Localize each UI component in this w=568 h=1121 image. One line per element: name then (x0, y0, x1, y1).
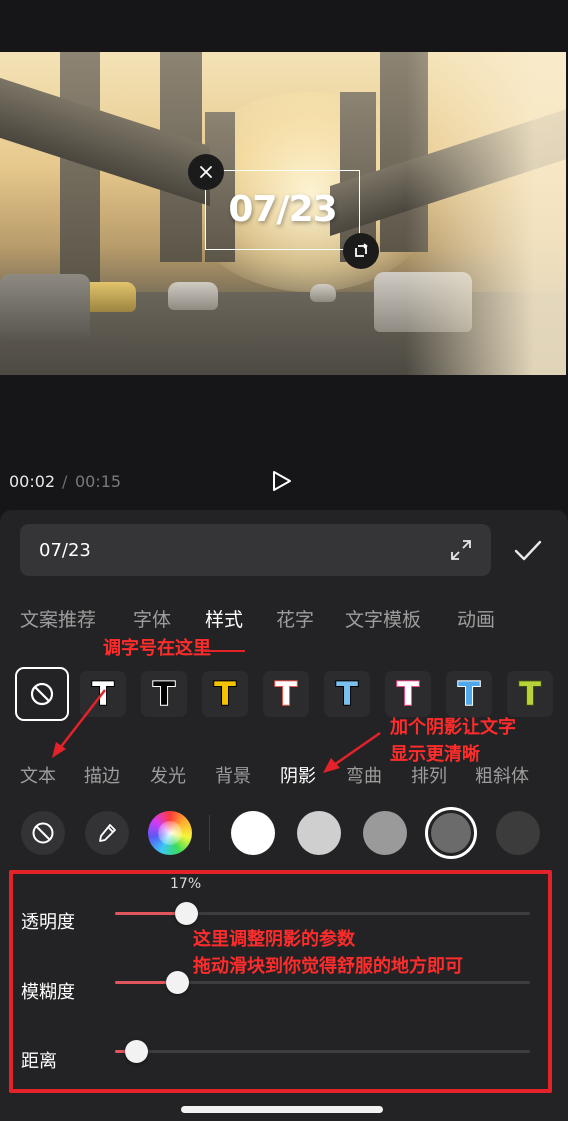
arrow-to-text-tab (59, 689, 106, 749)
arrowhead (323, 758, 340, 773)
annotation-arrows (52, 650, 381, 773)
arrow-to-shadow-tab (333, 731, 381, 767)
home-indicator[interactable] (181, 1106, 383, 1113)
